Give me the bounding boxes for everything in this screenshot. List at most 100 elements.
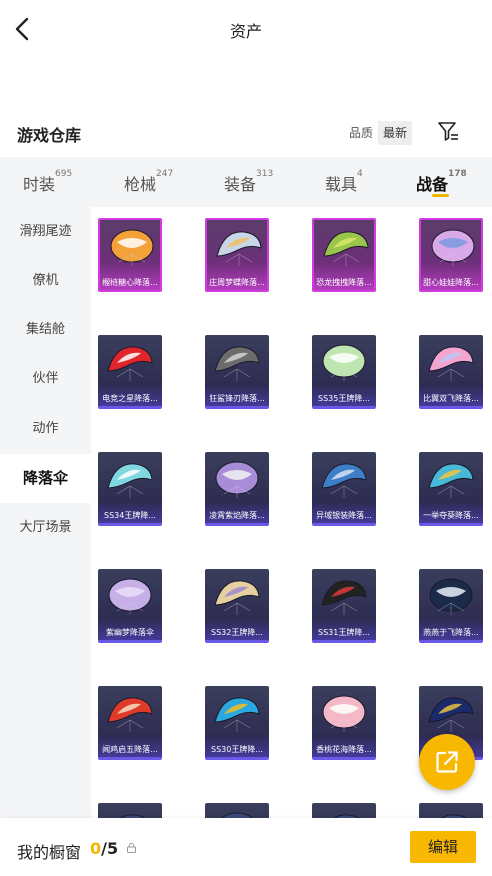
parachute-icon (216, 231, 262, 266)
tab-count: 313 (256, 169, 274, 179)
item-name: 庄周梦蝶降落... (209, 278, 265, 287)
item-name: 香桃花海降落... (316, 745, 372, 754)
parachute-icon (110, 229, 154, 266)
tab-combat-gear[interactable]: 战备178 (416, 169, 467, 195)
sidebar-item-lobby-scene[interactable]: 大厅场景 (0, 503, 91, 552)
tab-count: 178 (448, 169, 467, 179)
parachute-item-card[interactable]: SS35王牌降... (312, 335, 376, 409)
item-name: SS30王牌降... (211, 745, 263, 754)
lock-icon (127, 843, 136, 853)
tab-fashion[interactable]: 时装695 (23, 169, 73, 195)
showcase-label: 我的橱窗 (17, 843, 82, 862)
tab-vehicles[interactable]: 载具4 (325, 169, 363, 195)
parachute-icon (108, 578, 152, 615)
item-name: SS34王牌降... (104, 511, 156, 520)
parachute-icon (429, 578, 473, 615)
parachute-item-card[interactable]: 狂鲨锋刃降落... (205, 335, 269, 409)
parachute-icon (321, 580, 367, 615)
showcase-current: 0 (90, 839, 102, 858)
item-name: 闻鸡启五降落... (102, 745, 158, 754)
item-name: SS31王牌降... (318, 628, 370, 637)
tab-count: 695 (55, 169, 73, 179)
parachute-item-card[interactable]: 一举夺葵降落... (419, 452, 483, 526)
parachute-icon (321, 463, 367, 498)
page-title: 资产 (229, 22, 262, 41)
parachute-icon (428, 463, 474, 498)
item-name: 一举夺葵降落... (423, 511, 479, 520)
tab-count: 247 (156, 169, 174, 179)
parachute-icon (107, 697, 153, 732)
parachute-item-card[interactable]: 香桃花海降落... (312, 686, 376, 760)
sidebar-item-wingman[interactable]: 僚机 (0, 256, 91, 305)
item-name: 恐龙拽拽降落... (316, 278, 372, 287)
share-external-icon (436, 751, 458, 773)
showcase-count: 0/5 (90, 839, 118, 858)
item-name: 甜心娃娃降落... (423, 278, 479, 287)
parachute-item-card[interactable]: 甜心娃娃降落... (419, 218, 483, 292)
parachute-item-card[interactable]: SS30王牌降... (205, 686, 269, 760)
sort-by-newest[interactable]: 最新 (378, 121, 413, 145)
showcase-total: /5 (101, 839, 119, 858)
tab-count: 4 (357, 169, 363, 179)
sidebar-item-companion[interactable]: 伙伴 (0, 354, 91, 403)
tab-label: 载具 (325, 175, 358, 194)
parachute-item-card[interactable]: 榴梿糖心降落... (98, 218, 162, 292)
item-name: 燕燕于飞降落... (423, 628, 479, 637)
parachute-icon (323, 231, 369, 266)
sidebar-item-parachute[interactable]: 降落伞 (0, 454, 91, 503)
item-name: 电竞之星降落... (102, 394, 158, 403)
item-name: 异域银装降落... (316, 511, 372, 520)
bottom-bar: 我的橱窗 0/5 编辑 (0, 818, 492, 876)
parachute-item-card[interactable]: 庄周梦蝶降落... (205, 218, 269, 292)
edit-button[interactable]: 编辑 (410, 831, 476, 863)
parachute-icon (322, 344, 366, 381)
parachute-item-card[interactable]: SS32王牌降... (205, 569, 269, 643)
item-name: 比翼双飞降落... (423, 394, 479, 403)
sort-by-quality[interactable]: 品质 (344, 121, 379, 145)
item-name: 榴梿糖心降落... (102, 278, 158, 287)
sidebar-item-rally-pod[interactable]: 集结舱 (0, 305, 91, 354)
parachute-item-card[interactable]: 燕燕于飞降落... (419, 569, 483, 643)
parachute-icon (107, 346, 153, 381)
tab-label: 枪械 (124, 175, 157, 194)
item-grid: 榴梿糖心降落... 庄周梦蝶降落... 恐龙拽拽降落... 甜心娃娃降落... 电竞之星… (91, 207, 492, 827)
parachute-icon (428, 346, 474, 381)
parachute-item-card[interactable]: 异域银装降落... (312, 452, 376, 526)
parachute-icon (214, 580, 260, 615)
parachute-item-card[interactable]: 紫幽梦降落伞 (98, 569, 162, 643)
sidebar: 滑翔尾迹 僚机 集结舱 伙伴 动作 降落伞 大厅场景 (0, 207, 91, 827)
parachute-icon (322, 695, 366, 732)
sidebar-item-emote[interactable]: 动作 (0, 404, 91, 453)
tab-equipment[interactable]: 装备313 (224, 169, 274, 195)
item-name: SS35王牌降... (318, 394, 370, 403)
parachute-item-card[interactable]: 凌霄紫焰降落... (205, 452, 269, 526)
item-name: 狂鲨锋刃降落... (209, 394, 265, 403)
parachute-icon (214, 697, 260, 732)
parachute-icon (107, 463, 153, 498)
share-button[interactable] (419, 734, 475, 790)
parachute-icon (215, 461, 259, 498)
tab-label: 时装 (23, 175, 56, 194)
tab-label: 战备 (416, 175, 449, 194)
category-tabs: 时装695 枪械247 装备313 载具4 战备178 (0, 157, 492, 207)
active-tab-indicator (432, 194, 449, 197)
filter-button[interactable] (437, 120, 459, 142)
parachute-item-card[interactable]: 电竞之星降落... (98, 335, 162, 409)
tab-label: 装备 (224, 175, 257, 194)
parachute-icon (214, 346, 260, 381)
item-name: 凌霄紫焰降落... (209, 511, 265, 520)
parachute-item-card[interactable]: SS34王牌降... (98, 452, 162, 526)
sidebar-item-glide-trail[interactable]: 滑翔尾迹 (0, 207, 91, 256)
tab-weapons[interactable]: 枪械247 (124, 169, 174, 195)
parachute-icon (431, 229, 475, 266)
parachute-item-card[interactable]: SS31王牌降... (312, 569, 376, 643)
parachute-item-card[interactable]: 闻鸡启五降落... (98, 686, 162, 760)
parachute-icon (428, 697, 474, 732)
section-title: 游戏仓库 (17, 126, 82, 145)
sort-toggle: 品质 最新 (344, 121, 413, 145)
parachute-item-card[interactable]: 恐龙拽拽降落... (312, 218, 376, 292)
filter-icon (438, 122, 458, 141)
parachute-item-card[interactable]: 比翼双飞降落... (419, 335, 483, 409)
item-name: 紫幽梦降落伞 (106, 628, 154, 637)
item-name: SS32王牌降... (211, 628, 263, 637)
